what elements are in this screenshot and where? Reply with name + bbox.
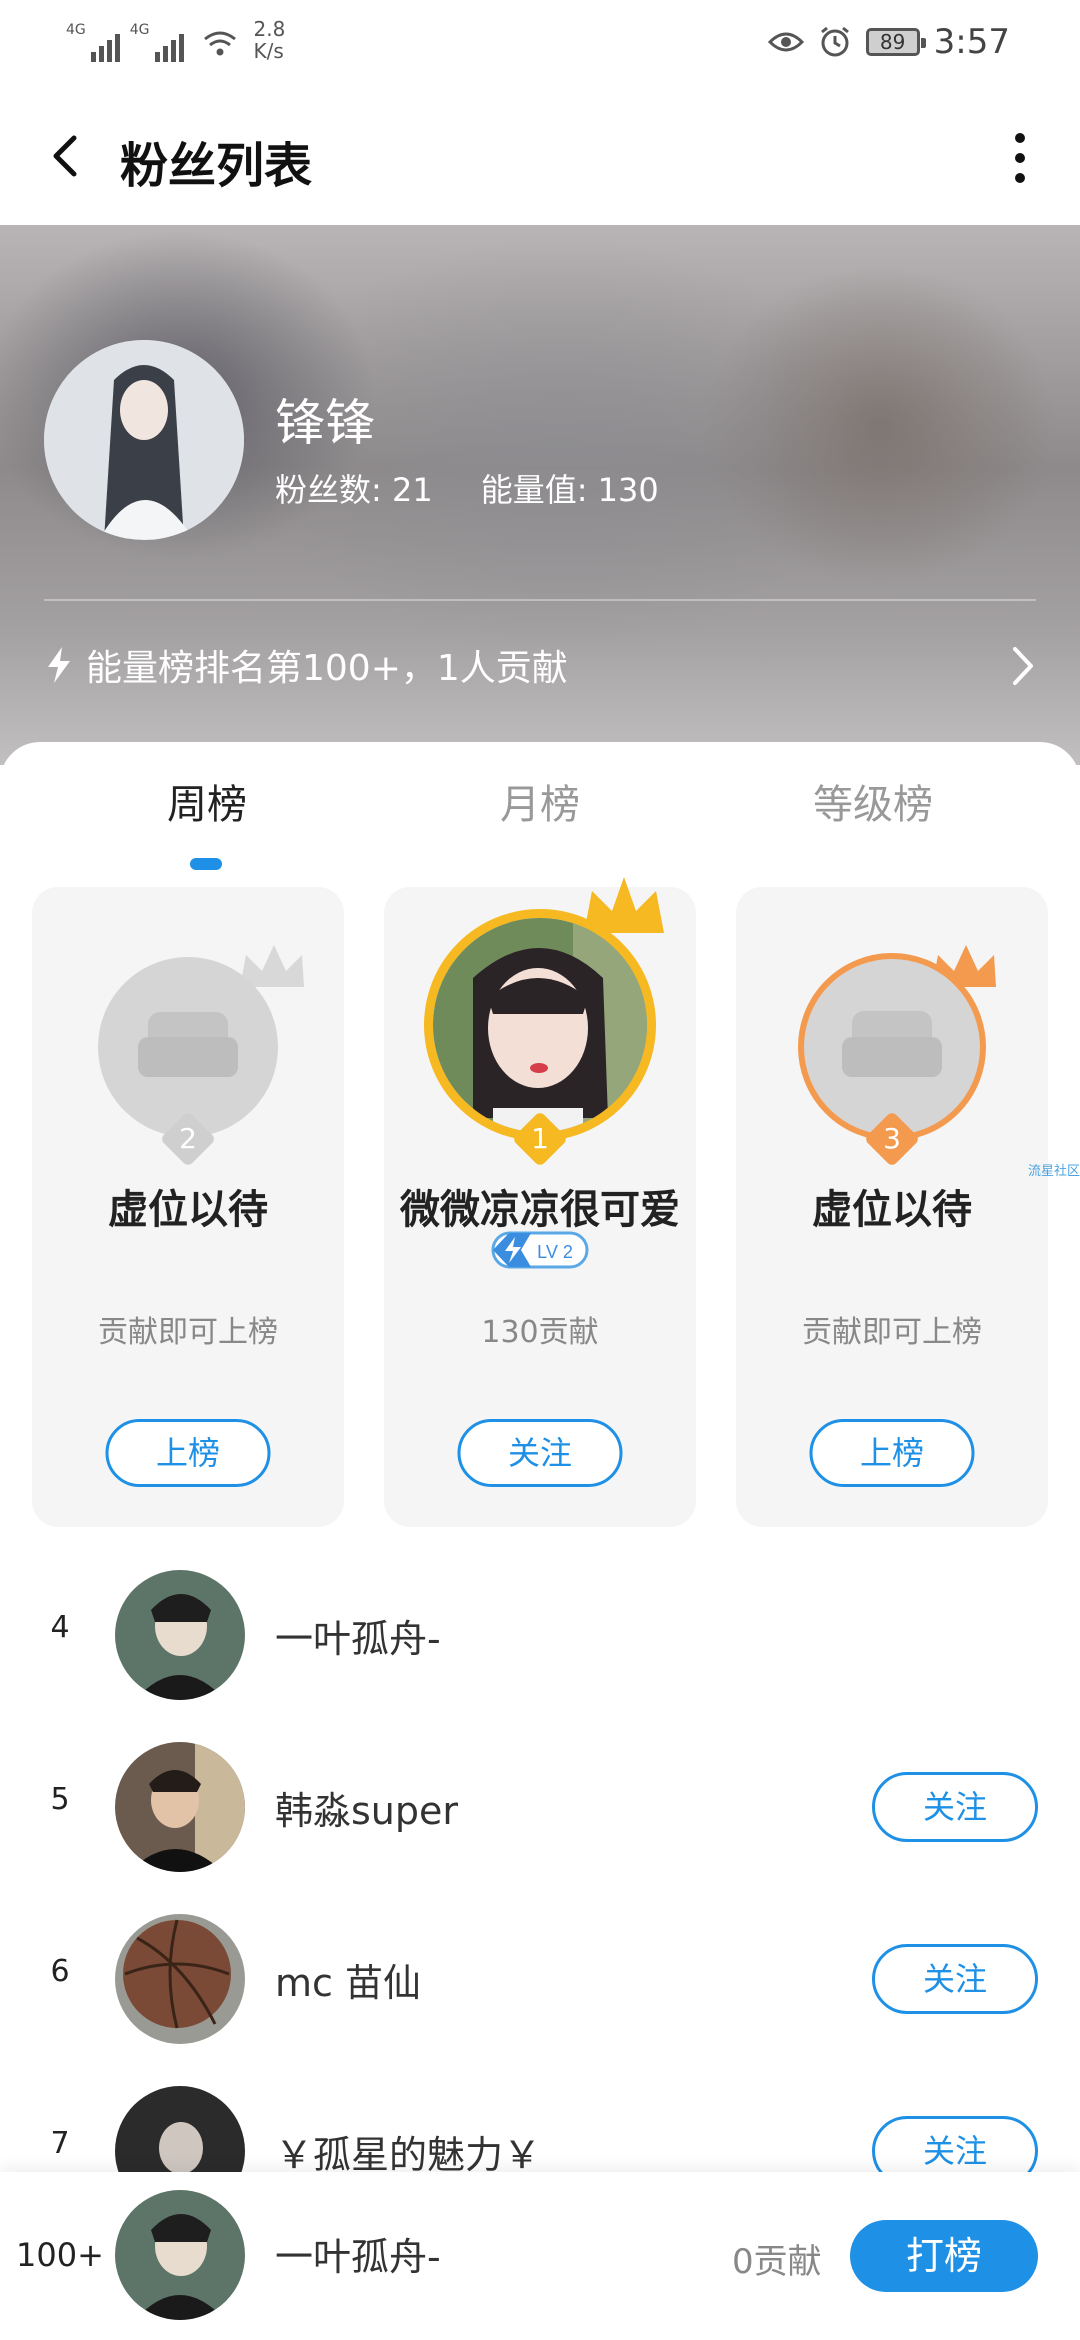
join-rank-button[interactable]: 上榜	[105, 1419, 271, 1487]
podium-name: 虚位以待	[108, 1187, 268, 1233]
podium-second: 2 虚位以待 贡献即可上榜 上榜	[32, 887, 344, 1527]
user-name: ￥孤星的魅力￥	[275, 2133, 542, 2177]
seat-icon	[138, 1012, 238, 1077]
side-watermark: 流星社区	[1027, 1164, 1080, 1179]
wifi-icon	[203, 31, 236, 56]
level-badge: LV 2	[491, 1231, 589, 1269]
energy-value: 能量值: 130	[480, 471, 659, 509]
rank-badge: 2	[159, 1110, 217, 1168]
profile-stats: 粉丝数: 21 能量值: 130	[275, 465, 659, 511]
podium-name: 微微凉凉很可爱	[400, 1187, 680, 1233]
avatar-photo	[115, 1742, 245, 1872]
tab-level[interactable]: 等级榜	[773, 772, 973, 830]
status-bar: 4G 4G 2.8 K/s 89 3:57	[0, 0, 1080, 90]
rank-number: 7	[50, 2126, 70, 2161]
list-item[interactable]: 4 一叶孤舟-	[0, 1550, 1080, 1722]
energy-rank-row[interactable]: 能量榜排名第100+，1人贡献	[44, 635, 1036, 695]
list-item[interactable]: 6 mc 苗仙 关注	[0, 1894, 1080, 2066]
clock: 3:57	[933, 22, 1010, 62]
follow-button[interactable]: 关注	[872, 1944, 1038, 2014]
avatar-placeholder	[98, 957, 278, 1137]
avatar-illustration	[44, 340, 244, 540]
page-title: 粉丝列表	[120, 138, 313, 194]
my-contribution: 0贡献	[732, 2242, 822, 2282]
podium-third: 3 虚位以待 贡献即可上榜 上榜	[736, 887, 1048, 1527]
signal-strength-icon-2: 4G	[130, 22, 184, 62]
my-name: 一叶孤舟-	[275, 2235, 441, 2279]
avatar-photo	[115, 1914, 245, 2044]
avatar[interactable]	[115, 1570, 245, 1700]
network-type-label-2: 4G	[129, 22, 150, 38]
podium-subtext: 贡献即可上榜	[802, 1315, 982, 1350]
rank-number: 6	[50, 1954, 70, 1989]
user-name: 韩淼super	[275, 1789, 459, 1833]
more-options-icon[interactable]	[1000, 128, 1040, 188]
tab-weekly[interactable]: 周榜	[107, 772, 307, 830]
avatar-photo	[115, 2190, 245, 2320]
status-left: 4G 4G 2.8 K/s	[66, 18, 285, 62]
boost-rank-button[interactable]: 打榜	[850, 2220, 1038, 2292]
eye-icon	[767, 32, 804, 52]
avatar[interactable]	[115, 2190, 245, 2320]
divider	[44, 599, 1036, 601]
network-type-label: 4G	[66, 22, 86, 38]
avatar-photo	[433, 918, 647, 1132]
chevron-right-icon	[1013, 647, 1033, 685]
podium-subtext: 贡献即可上榜	[98, 1315, 278, 1350]
join-rank-button[interactable]: 上榜	[809, 1419, 975, 1487]
signal-strength-icon: 4G	[66, 22, 120, 62]
avatar[interactable]	[115, 1914, 245, 2044]
rank-number: 4	[50, 1610, 70, 1645]
user-name: mc 苗仙	[275, 1961, 421, 2005]
follow-button[interactable]: 关注	[872, 1772, 1038, 1842]
seat-icon	[842, 1011, 942, 1077]
podium-name: 虚位以待	[812, 1187, 972, 1233]
lightning-icon	[48, 647, 70, 683]
my-rank-bar: 100+ 一叶孤舟- 0贡献 打榜	[0, 2172, 1080, 2340]
user-name: 一叶孤舟-	[275, 1617, 441, 1661]
avatar-photo	[115, 1570, 245, 1700]
tab-indicator	[190, 858, 222, 870]
alarm-icon	[820, 26, 849, 57]
energy-rank-text: 能量榜排名第100+，1人贡献	[86, 648, 568, 689]
list-item[interactable]: 5 韩淼super 关注	[0, 1722, 1080, 1894]
rank-badge: 3	[863, 1110, 921, 1168]
podium-subtext: 130贡献	[481, 1315, 599, 1350]
my-rank-number: 100+	[16, 2236, 104, 2274]
avatar[interactable]	[115, 1742, 245, 1872]
avatar[interactable]	[44, 340, 244, 540]
app-bar: 粉丝列表	[0, 90, 1080, 225]
rank-badge: 1	[511, 1110, 569, 1168]
podium-first: 1 微微凉凉很可爱 LV 2 130贡献 关注	[384, 877, 696, 1527]
avatar[interactable]	[424, 909, 656, 1141]
battery-icon: 89	[865, 28, 926, 56]
profile-name: 锋锋	[275, 394, 375, 452]
tab-bar: 周榜 月榜 等级榜	[0, 772, 1080, 852]
profile-header: 锋锋 粉丝数: 21 能量值: 130 能量榜排名第100+，1人贡献	[0, 225, 1080, 765]
network-speed: 2.8 K/s	[253, 17, 286, 63]
level-label: LV 2	[537, 1242, 573, 1262]
status-right: 89 3:57	[767, 22, 1010, 62]
rank-number: 5	[50, 1782, 70, 1817]
follow-button[interactable]: 关注	[457, 1419, 623, 1487]
tab-monthly[interactable]: 月榜	[440, 772, 640, 830]
back-arrow-icon[interactable]	[40, 128, 96, 184]
fans-count: 粉丝数: 21	[275, 471, 433, 509]
